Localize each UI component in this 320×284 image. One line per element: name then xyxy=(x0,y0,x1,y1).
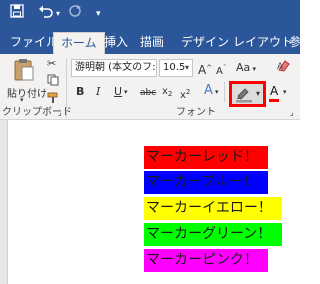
ribbon-tabs: ファイル ホーム 挿入 描画 デザイン レイアウト 参 xyxy=(0,28,301,54)
tab-file[interactable]: ファイル xyxy=(10,32,58,54)
undo-icon[interactable] xyxy=(38,4,54,24)
paste-label: 貼り付け xyxy=(7,89,47,100)
tab-home[interactable]: ホーム xyxy=(53,32,105,54)
change-case-button[interactable]: Aa ▾ xyxy=(236,60,256,77)
font-launcher-icon[interactable]: ⌟ xyxy=(290,105,294,121)
tab-draw[interactable]: 描画 xyxy=(140,32,164,54)
paste-button[interactable]: 貼り付け ▾ xyxy=(4,56,47,104)
highlighted-line-green[interactable]: マーカーグリーン！ xyxy=(144,223,282,246)
font-name-value: 游明朝 (本文のフ: xyxy=(75,62,156,73)
document-margin xyxy=(0,120,8,284)
clipboard-launcher-icon[interactable]: ⌟ xyxy=(58,105,62,121)
cut-icon[interactable]: ✂ xyxy=(47,56,56,72)
font-size-box[interactable]: 10.5 ▾ xyxy=(159,59,193,77)
shrink-font-icon[interactable]: Aˇ xyxy=(216,60,226,80)
tab-design[interactable]: デザイン xyxy=(181,32,229,54)
text-highlight-button[interactable]: ▾ xyxy=(229,81,266,107)
chevron-down-icon: ▾ xyxy=(256,89,261,98)
highlighted-line-yellow[interactable]: マーカーイエロー！ xyxy=(144,197,282,220)
underline-dropdown-icon[interactable]: ▾ xyxy=(124,84,128,100)
font-color-dropdown-icon[interactable]: ▾ xyxy=(283,84,287,100)
save-icon[interactable] xyxy=(10,4,24,24)
tab-insert[interactable]: 挿入 xyxy=(104,32,128,54)
text-effects-dropdown-icon[interactable]: ▾ xyxy=(215,84,219,100)
group-separator xyxy=(66,58,67,118)
strikethrough-button[interactable]: abc xyxy=(140,85,156,101)
group-separator xyxy=(224,82,225,102)
superscript-button[interactable]: x2 xyxy=(180,84,190,104)
clipboard-icon xyxy=(13,58,35,86)
font-name-box[interactable]: 游明朝 (本文のフ: xyxy=(71,59,157,77)
chevron-down-icon: ▾ xyxy=(184,63,189,72)
text-effects-button[interactable]: A xyxy=(204,83,213,99)
font-group-label: フォント xyxy=(176,107,216,118)
tab-layout[interactable]: レイアウト xyxy=(233,32,293,54)
highlighted-line-pink[interactable]: マーカーピンク！ xyxy=(144,249,268,272)
font-color-swatch xyxy=(269,99,279,102)
clear-formatting-icon[interactable]: A xyxy=(277,58,291,79)
font-color-button[interactable]: A xyxy=(270,83,278,99)
underline-button[interactable]: U xyxy=(114,84,122,100)
subscript-button[interactable]: x2 xyxy=(162,84,172,102)
customize-toolbar-icon[interactable]: ▾ xyxy=(96,4,101,24)
tab-references[interactable]: 参 xyxy=(289,32,301,54)
bold-button[interactable]: B xyxy=(76,84,84,100)
highlighted-line-blue[interactable]: マーカーブルー！ xyxy=(144,171,268,194)
highlighted-line-red[interactable]: マーカーレッド！ xyxy=(144,146,268,169)
title-bar: ▾ ▾ xyxy=(0,0,300,28)
italic-button[interactable]: I xyxy=(96,84,100,100)
chevron-down-icon: ▾ xyxy=(20,96,24,104)
redo-icon[interactable] xyxy=(68,4,82,24)
svg-text:A: A xyxy=(277,62,284,72)
copy-icon[interactable] xyxy=(47,74,59,91)
undo-dropdown-icon[interactable]: ▾ xyxy=(56,4,60,24)
grow-font-icon[interactable]: A^ xyxy=(198,60,212,78)
highlighter-icon xyxy=(235,85,253,107)
